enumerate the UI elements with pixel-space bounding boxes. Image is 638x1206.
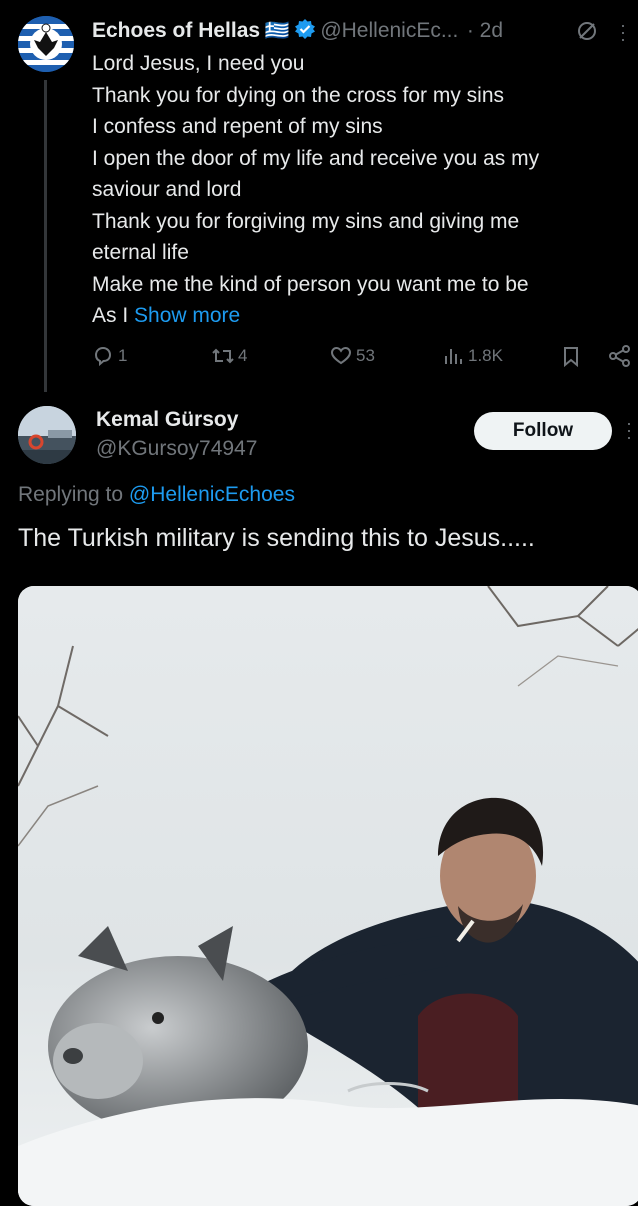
show-more-link[interactable]: Show more: [134, 304, 240, 327]
reply-author-avatar[interactable]: [18, 406, 76, 464]
view-count: 1.8K: [468, 346, 503, 365]
author-name[interactable]: Echoes of Hellas: [92, 19, 260, 42]
author-avatar[interactable]: [18, 16, 74, 72]
tweet-line: I confess and repent of my sins: [92, 115, 383, 138]
thread-line: [44, 80, 47, 392]
verified-badge-icon: [294, 18, 316, 45]
tweet-line: Lord Jesus, I need you: [92, 52, 305, 75]
reply-author-name[interactable]: Kemal Gürsoy: [96, 408, 238, 432]
repost-count: 4: [238, 346, 248, 365]
reply-more-icon[interactable]: · · ·: [626, 414, 632, 446]
bookmark-icon[interactable]: [560, 345, 582, 372]
reply-author-handle[interactable]: @KGursoy74947: [96, 437, 257, 461]
replying-to-label: Replying to: [18, 483, 129, 506]
tweet-time[interactable]: · 2d: [467, 19, 503, 42]
reply-author-name-text: Kemal Gürsoy: [96, 408, 239, 431]
follow-button[interactable]: Follow: [474, 412, 612, 450]
tweet-header: Echoes of Hellas 🇬🇷 @HellenicEc... · 2d: [92, 18, 503, 45]
replying-to: Replying to @HellenicEchoes: [18, 483, 295, 507]
like-icon: [330, 345, 352, 367]
share-icon[interactable]: [608, 345, 632, 372]
tweet-line: I open the door of my life and receive y…: [92, 146, 540, 170]
reply-count: 1: [118, 346, 128, 365]
reply-text: The Turkish military is sending this to …: [18, 524, 535, 552]
like-count: 53: [356, 346, 375, 365]
views-icon: [442, 345, 464, 367]
repost-icon: [210, 345, 236, 367]
reply-media-image[interactable]: [18, 586, 638, 1206]
greek-flag: 🇬🇷: [264, 20, 290, 42]
more-icon[interactable]: · · ·: [620, 16, 626, 48]
tweet-line: eternal life: [92, 241, 189, 264]
action-bar: 1 4 53 1.8K: [92, 345, 638, 373]
tweet-text: Lord Jesus, I need you Thank you for dyi…: [92, 48, 622, 332]
tweet-line: Make me the kind of person you want me t…: [92, 272, 529, 296]
no-reply-icon: [576, 20, 598, 47]
tweet-line: Thank you for forgiving my sins and givi…: [92, 209, 520, 233]
tweet-line-last: As I Show more: [92, 300, 622, 332]
reply-icon: [92, 345, 114, 367]
tweet-line: saviour and lord: [92, 178, 242, 201]
author-handle[interactable]: @HellenicEc...: [320, 19, 458, 42]
tweet-line-prefix: As I: [92, 304, 135, 327]
repost-button[interactable]: 4: [210, 345, 247, 367]
replying-to-handle[interactable]: @HellenicEchoes: [129, 483, 295, 506]
reply-button[interactable]: 1: [92, 345, 127, 367]
tweet-line: Thank you for dying on the cross for my …: [92, 83, 505, 107]
views-button[interactable]: 1.8K: [442, 345, 503, 367]
like-button[interactable]: 53: [330, 345, 375, 367]
